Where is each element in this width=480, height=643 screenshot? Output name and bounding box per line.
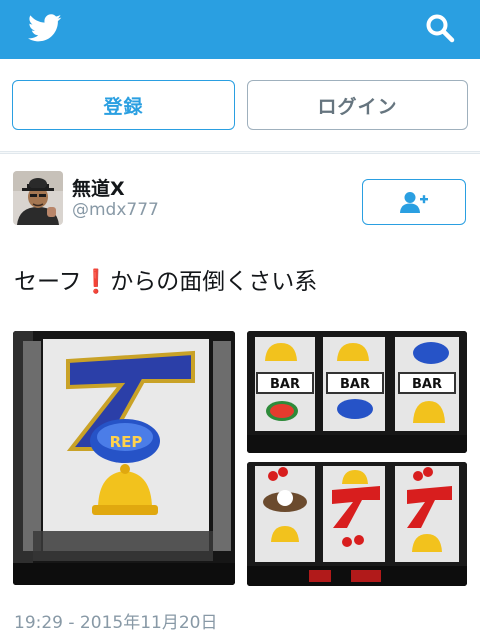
search-icon[interactable] — [425, 13, 455, 43]
twitter-bird-icon[interactable] — [26, 11, 64, 45]
top-navigation-bar — [0, 0, 480, 59]
tweet-card: 無道X @mdx777 セーフ❗からの面倒くさい系 REP BAR BAR BA… — [0, 153, 480, 643]
tweet-text-start: セーフ — [14, 269, 82, 295]
follow-button[interactable] — [362, 179, 466, 225]
bar-symbol-1: BAR — [270, 377, 300, 392]
tweet-photo-2[interactable]: BAR BAR BAR — [247, 331, 467, 453]
tweet-timestamp[interactable]: 19:29 - 2015年11月20日 — [14, 608, 217, 633]
bar-symbol-3: BAR — [412, 377, 442, 392]
login-button[interactable]: ログイン — [247, 80, 468, 130]
tweet-text: セーフ❗からの面倒くさい系 — [14, 262, 317, 296]
register-button[interactable]: 登録 — [12, 80, 235, 130]
bar-symbol-2: BAR — [340, 377, 370, 392]
reel-rep-label: REP — [110, 433, 143, 451]
avatar[interactable] — [13, 171, 63, 225]
exclamation-emoji: ❗ — [81, 269, 111, 295]
tweet-text-end: からの面倒くさい系 — [110, 269, 318, 295]
display-name[interactable]: 無道X — [72, 174, 125, 201]
auth-bar: 登録 ログイン — [0, 59, 480, 152]
tweet-photo-3[interactable] — [247, 462, 467, 586]
tweet-photo-1[interactable]: REP — [13, 331, 235, 585]
username[interactable]: @mdx777 — [72, 200, 159, 220]
add-user-icon — [400, 192, 428, 213]
